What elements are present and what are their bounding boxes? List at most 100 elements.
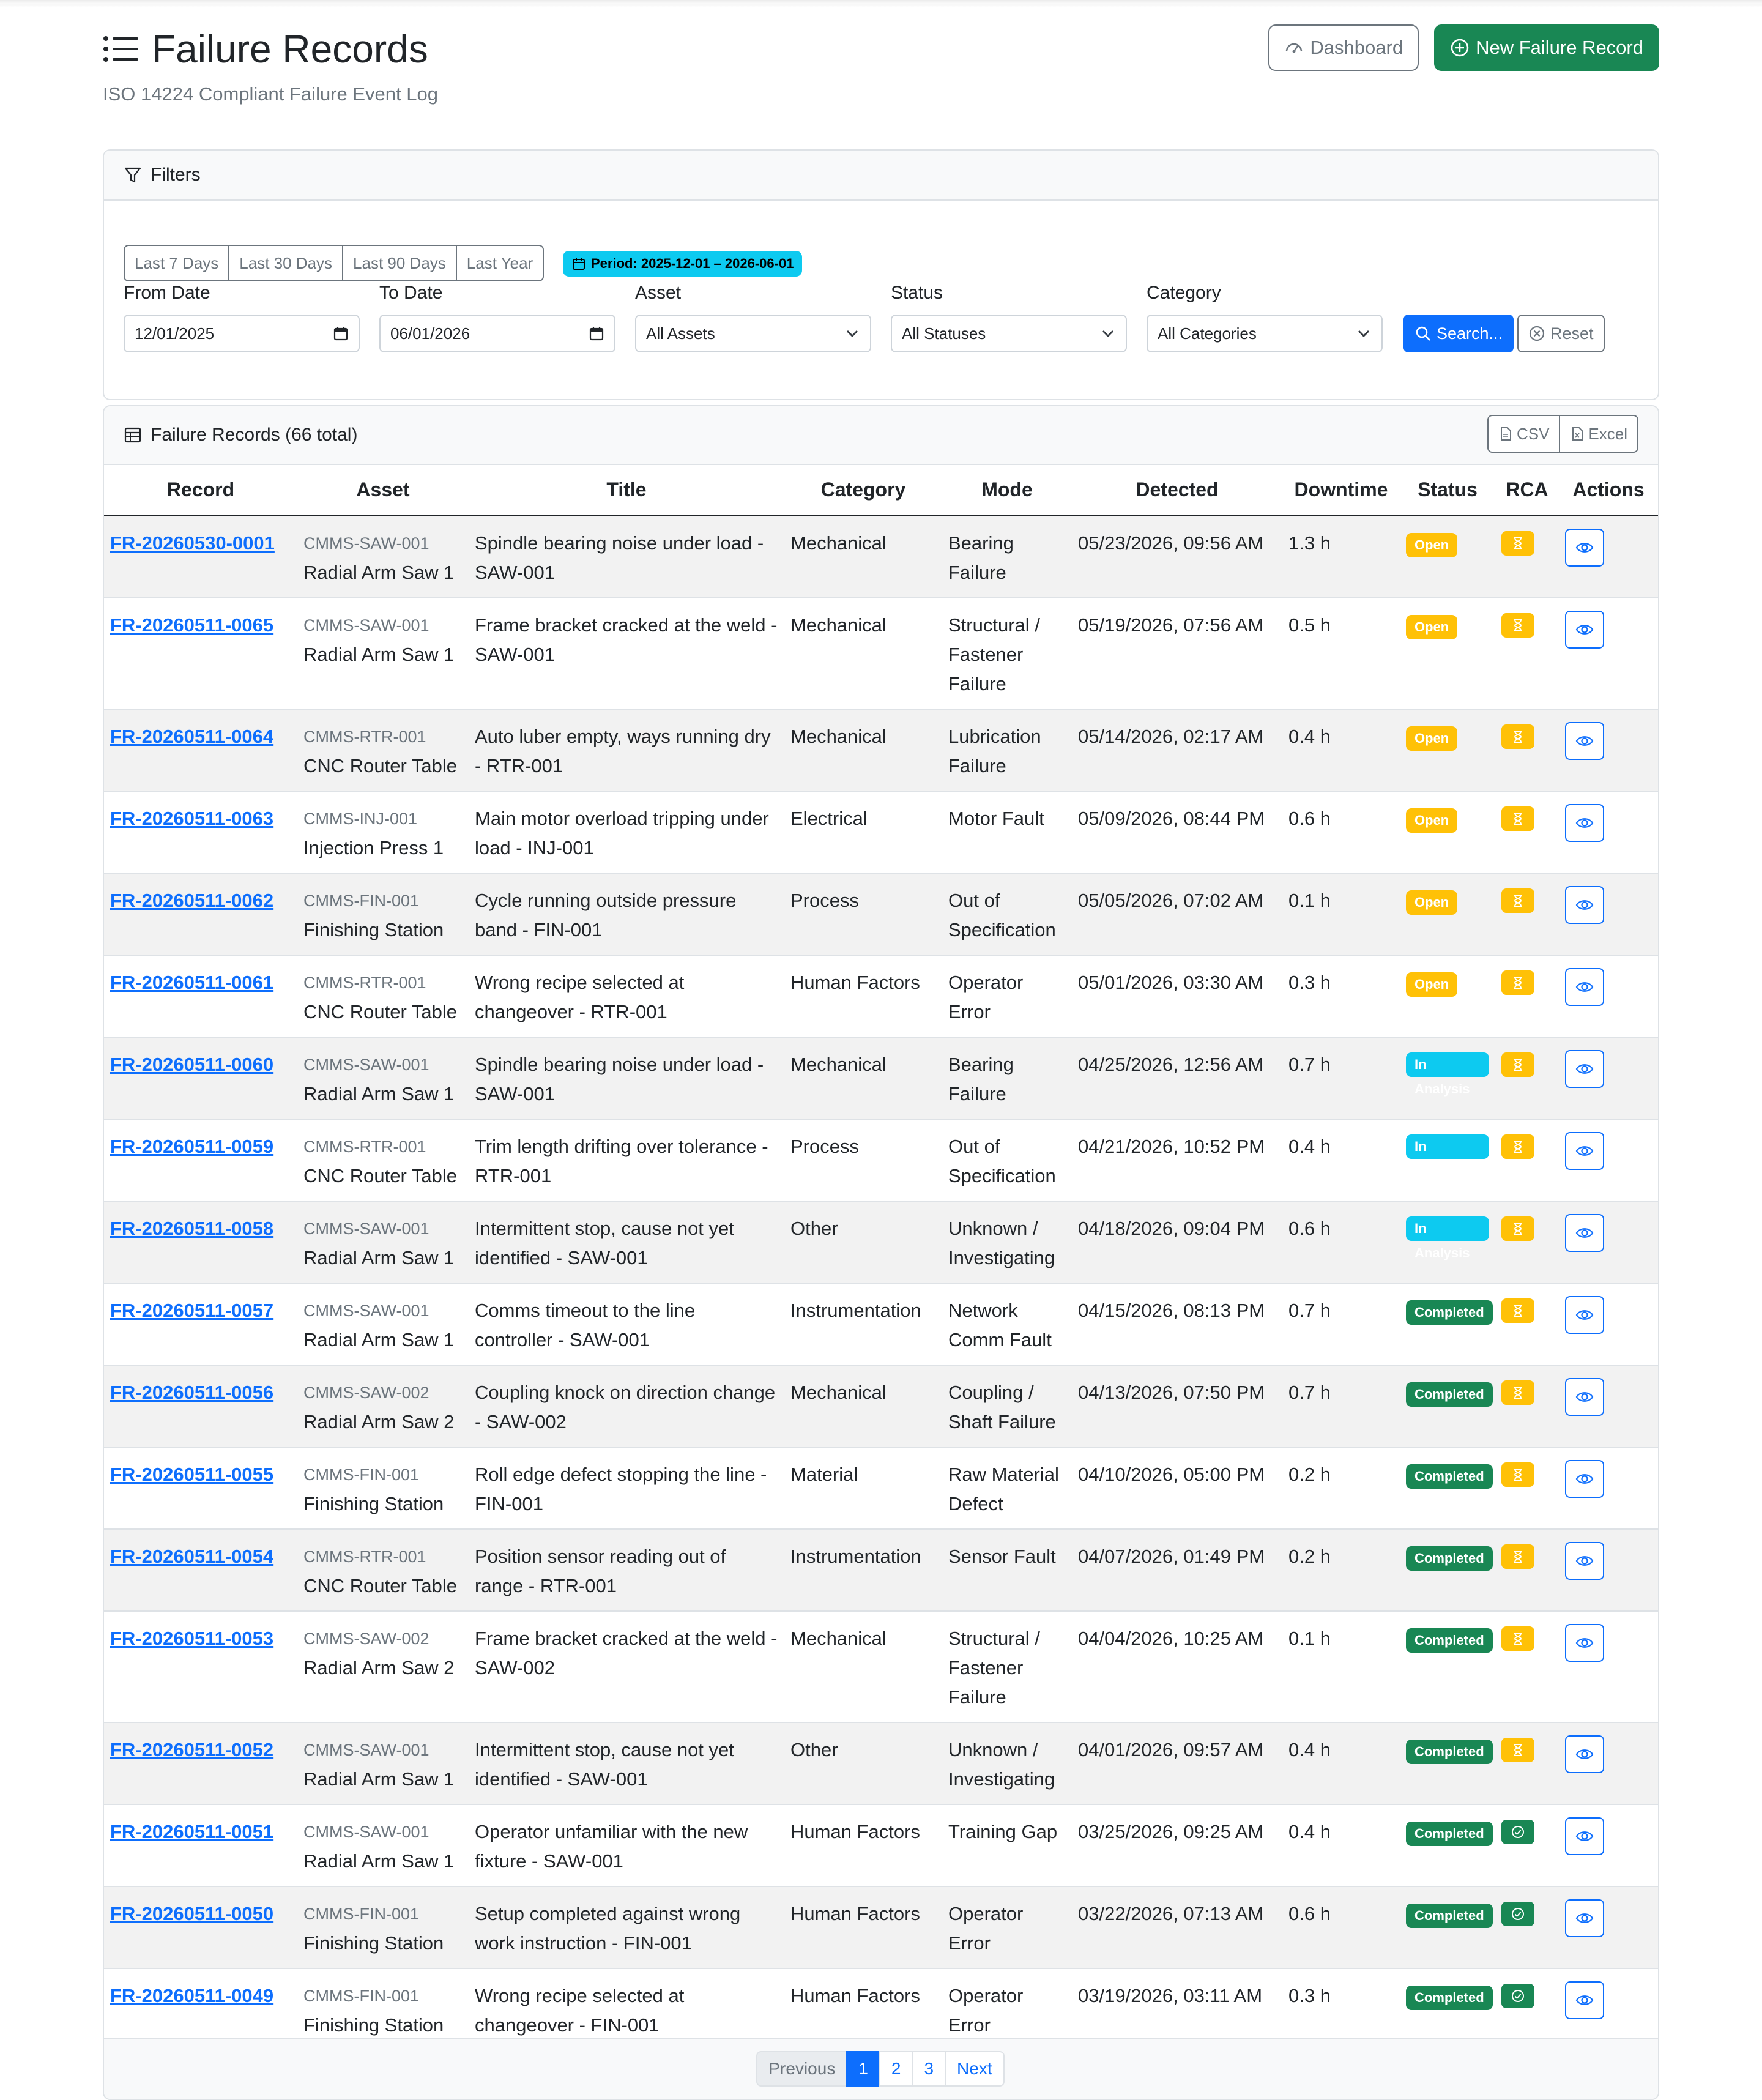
csv-export-button[interactable]: CSV: [1487, 415, 1561, 453]
record-link[interactable]: FR-20260511-0062: [110, 890, 273, 911]
record-link[interactable]: FR-20260511-0049: [110, 1985, 273, 2006]
to-date-input[interactable]: 06/01/2026: [379, 315, 615, 352]
pagination-page-1[interactable]: 1: [846, 2051, 880, 2087]
quick-last-year[interactable]: Last Year: [455, 245, 545, 281]
table-body: FR-20260530-0001 CMMS-SAW-001 Radial Arm S…: [104, 515, 1658, 2051]
search-label: Search...: [1437, 324, 1503, 343]
record-link[interactable]: FR-20260511-0064: [110, 726, 273, 747]
view-button[interactable]: [1565, 967, 1604, 1006]
cell-downtime: 0.2 h: [1282, 1528, 1400, 1612]
cell-rca: [1495, 1119, 1559, 1202]
record-link[interactable]: FR-20260511-0057: [110, 1300, 273, 1321]
view-button[interactable]: [1565, 1981, 1604, 2019]
view-button[interactable]: [1565, 1459, 1604, 1498]
col-mode[interactable]: Mode: [942, 465, 1072, 516]
record-link[interactable]: FR-20260511-0051: [110, 1821, 273, 1842]
status-select[interactable]: All Statuses: [891, 315, 1127, 352]
col-asset[interactable]: Asset: [297, 465, 469, 516]
record-link[interactable]: FR-20260511-0056: [110, 1382, 273, 1403]
cell-record: FR-20260511-0055: [104, 1447, 297, 1530]
view-button[interactable]: [1565, 803, 1604, 842]
cell-actions: [1559, 1528, 1658, 1612]
cell-rca: [1495, 1201, 1559, 1284]
view-button[interactable]: [1565, 1817, 1604, 1855]
quick-last-90-days[interactable]: Last 90 Days: [342, 245, 457, 281]
pagination-page-2[interactable]: 2: [879, 2051, 913, 2087]
table-row: FR-20260511-0063 CMMS-INJ-001 Injection Pr…: [104, 791, 1658, 874]
view-button[interactable]: [1565, 1049, 1604, 1088]
cell-record: FR-20260511-0051: [104, 1804, 297, 1887]
search-button[interactable]: Search...: [1403, 315, 1514, 352]
cell-downtime: 0.3 h: [1282, 955, 1400, 1038]
col-downtime[interactable]: Downtime: [1282, 465, 1400, 516]
col-title[interactable]: Title: [469, 465, 784, 516]
view-button[interactable]: [1565, 1213, 1604, 1252]
chevron-down-icon: [1102, 330, 1113, 337]
view-button[interactable]: [1565, 1377, 1604, 1416]
view-button[interactable]: [1565, 1131, 1604, 1170]
rca-badge: [1501, 1626, 1534, 1651]
record-link[interactable]: FR-20260511-0054: [110, 1546, 273, 1567]
rca-badge: [1501, 1298, 1534, 1323]
cell-status: Completed: [1400, 1528, 1495, 1612]
record-link[interactable]: FR-20260511-0061: [110, 972, 273, 993]
cell-title: Position sensor reading out of range - R…: [469, 1528, 784, 1612]
record-link[interactable]: FR-20260511-0050: [110, 1903, 273, 1924]
table-row: FR-20260511-0062 CMMS-FIN-001 Finishing St…: [104, 873, 1658, 956]
record-link[interactable]: FR-20260511-0052: [110, 1739, 273, 1760]
reset-button[interactable]: Reset: [1517, 315, 1605, 352]
cell-status: In Analysis: [1400, 1119, 1495, 1202]
view-button[interactable]: [1565, 1735, 1604, 1773]
view-button[interactable]: [1565, 1541, 1604, 1580]
cell-rca: [1495, 1722, 1559, 1805]
cell-category: Instrumentation: [784, 1283, 942, 1366]
table-row: FR-20260511-0064 CMMS-RTR-001 CNC Router T…: [104, 709, 1658, 792]
new-failure-record-button[interactable]: New Failure Record: [1434, 24, 1659, 71]
view-button[interactable]: [1565, 1899, 1604, 1937]
record-link[interactable]: FR-20260530-0001: [110, 532, 275, 554]
view-button[interactable]: [1565, 721, 1604, 760]
asset-select[interactable]: All Assets: [635, 315, 871, 352]
col-status[interactable]: Status: [1400, 465, 1495, 516]
cell-mode: Bearing Failure: [942, 515, 1072, 598]
main-container: Failure Records ISO 14224 Compliant Fail…: [103, 24, 1659, 2100]
col-detected[interactable]: Detected: [1072, 465, 1282, 516]
quick-last-30-days[interactable]: Last 30 Days: [228, 245, 344, 281]
view-button[interactable]: [1565, 1295, 1604, 1334]
pagination-previous[interactable]: Previous: [756, 2051, 848, 2087]
pagination-page-3[interactable]: 3: [912, 2051, 946, 2087]
category-select[interactable]: All Categories: [1147, 315, 1383, 352]
to-date-value: 06/01/2026: [390, 324, 470, 343]
record-link[interactable]: FR-20260511-0060: [110, 1054, 273, 1075]
record-link[interactable]: FR-20260511-0065: [110, 614, 273, 636]
view-button[interactable]: [1565, 610, 1604, 649]
cell-rca: [1495, 1528, 1559, 1612]
status-badge: Completed: [1406, 1903, 1493, 1928]
cell-downtime: 0.6 h: [1282, 791, 1400, 874]
record-link[interactable]: FR-20260511-0059: [110, 1136, 273, 1157]
record-link[interactable]: FR-20260511-0063: [110, 808, 273, 829]
from-date-input[interactable]: 12/01/2025: [124, 315, 360, 352]
eye-icon: [1575, 899, 1594, 910]
dashboard-button[interactable]: Dashboard: [1268, 24, 1419, 71]
col-category[interactable]: Category: [784, 465, 942, 516]
asset-name: CNC Router Table: [303, 1000, 457, 1022]
view-button[interactable]: [1565, 528, 1604, 567]
col-record[interactable]: Record: [104, 465, 297, 516]
excel-export-button[interactable]: Excel: [1559, 415, 1638, 453]
file-csv-icon: [1500, 427, 1511, 441]
records-table: Record Asset Title Category Mode Detecte…: [104, 465, 1658, 2051]
record-link[interactable]: FR-20260511-0055: [110, 1464, 273, 1485]
cell-actions: [1559, 1119, 1658, 1202]
view-button[interactable]: [1565, 1623, 1604, 1662]
cell-title: Intermittent stop, cause not yet identif…: [469, 1201, 784, 1284]
pagination-next[interactable]: Next: [945, 2051, 1005, 2087]
quick-last-7-days[interactable]: Last 7 Days: [124, 245, 230, 281]
cell-title: Intermittent stop, cause not yet identif…: [469, 1722, 784, 1805]
record-link[interactable]: FR-20260511-0058: [110, 1218, 273, 1239]
asset-code: CMMS-SAW-001: [303, 1219, 429, 1238]
table-row: FR-20260511-0054 CMMS-RTR-001 CNC Router T…: [104, 1528, 1658, 1612]
view-button[interactable]: [1565, 885, 1604, 924]
record-link[interactable]: FR-20260511-0053: [110, 1628, 273, 1649]
cell-category: Mechanical: [784, 709, 942, 792]
